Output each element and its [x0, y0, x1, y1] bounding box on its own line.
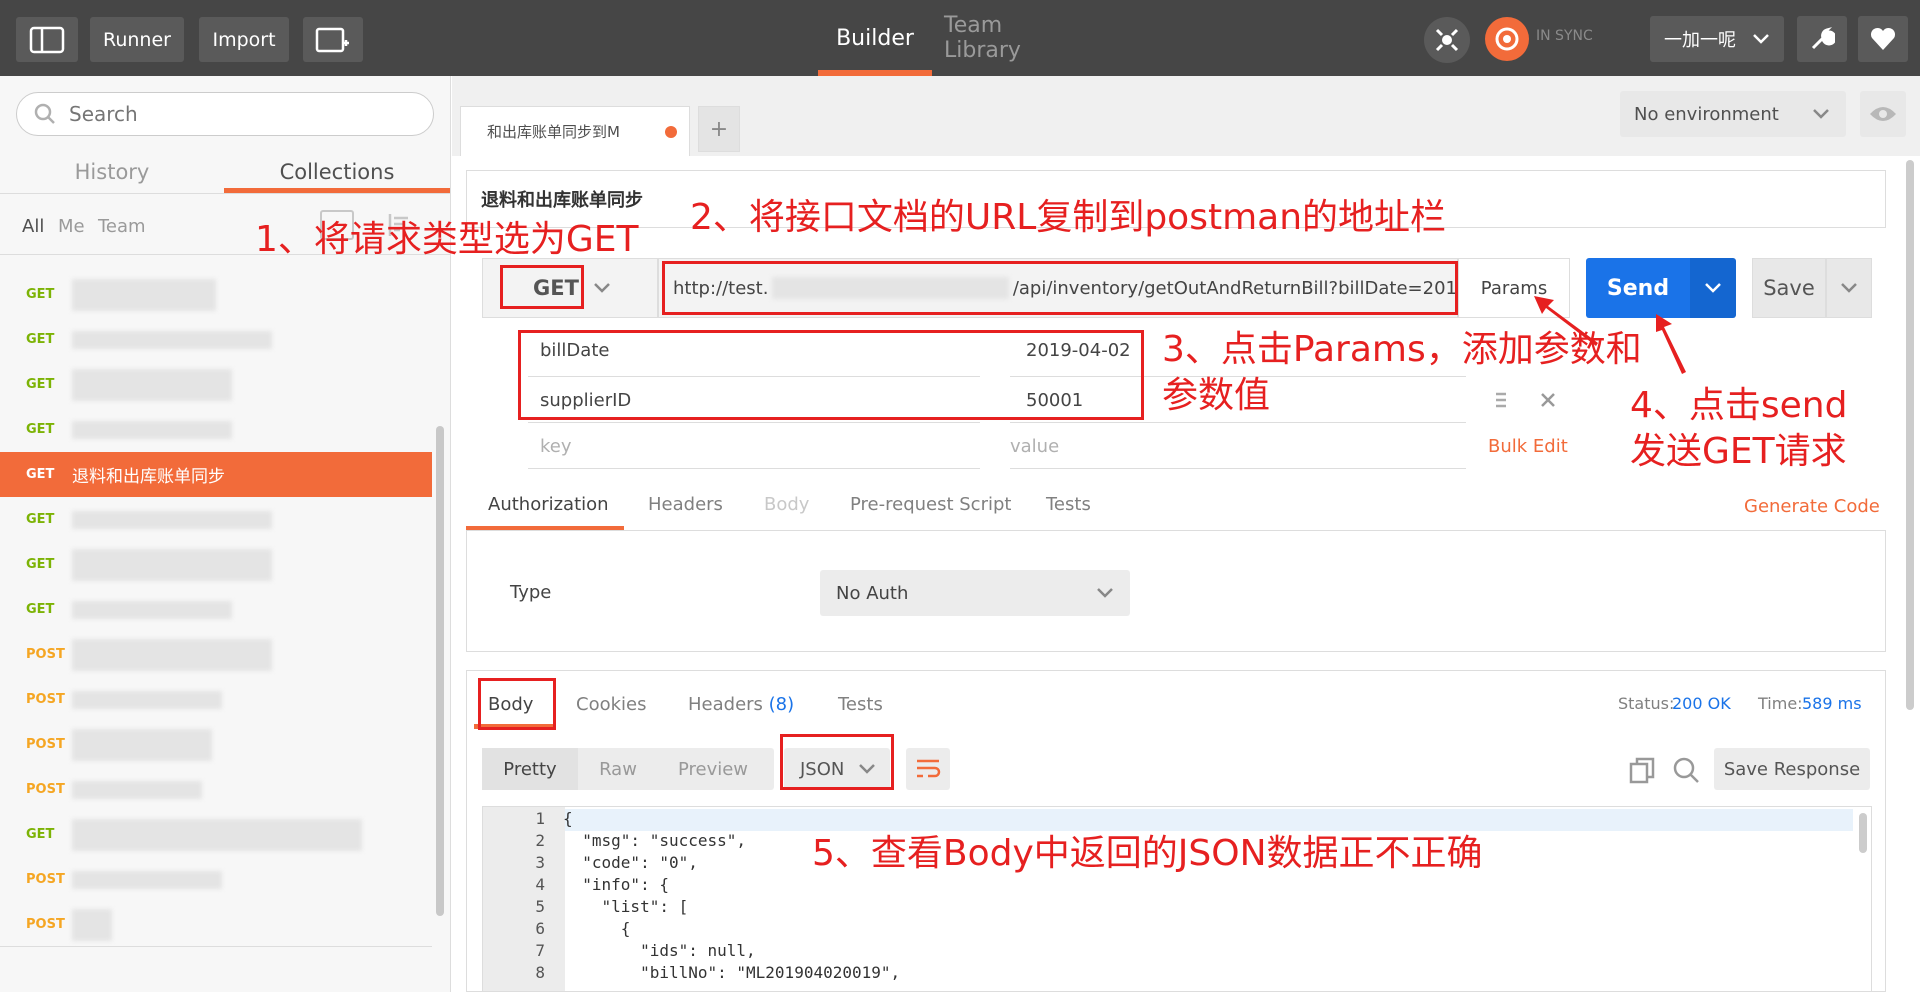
- annotation-step-4-line2: 发送GET请求: [1630, 431, 1847, 472]
- annotation-step-1: 1、将请求类型选为GET: [255, 219, 639, 260]
- annotation-step-4-line1: 4、点击send: [1630, 385, 1848, 426]
- annotation-step-5: 5、查看Body中返回的JSON数据正不正确: [812, 833, 1483, 874]
- annotation-step-2: 2、将接口文档的URL复制到postman的地址栏: [690, 197, 1447, 238]
- annotation-step-3-line1: 3、点击Params，添加参数和: [1162, 329, 1642, 370]
- annotation-step-3-line2: 参数值: [1162, 375, 1271, 416]
